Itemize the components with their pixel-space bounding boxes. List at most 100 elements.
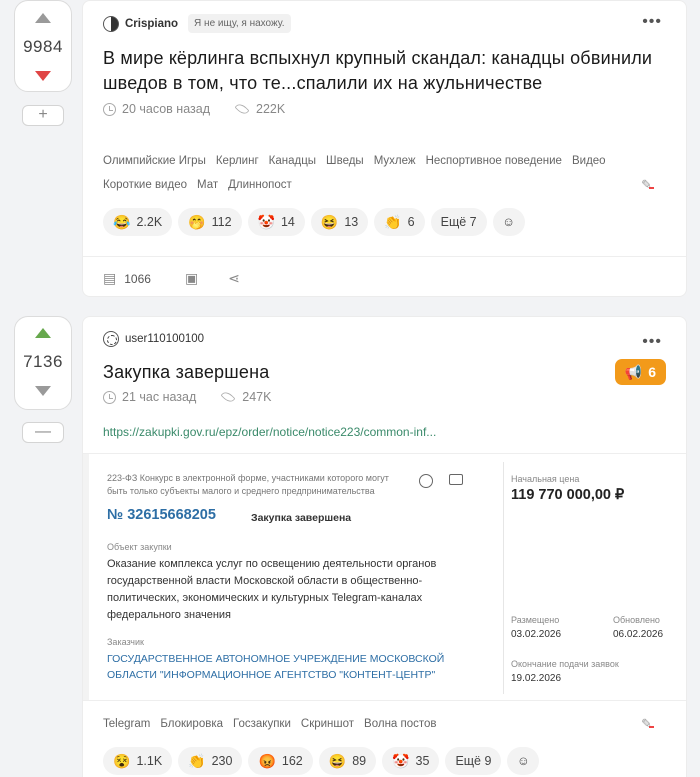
tag[interactable]: Скриншот [301, 717, 354, 731]
external-link[interactable]: https://zakupki.gov.ru/epz/order/notice/… [103, 425, 436, 439]
reaction-emoji-icon: 🤡 [392, 752, 410, 769]
post-card: Crispiano Я не ищу, я нахожу. ••• В мире… [82, 0, 687, 297]
post-meta: 21 час назад 247K [103, 389, 272, 405]
megaphone-icon: 📢 [624, 363, 643, 380]
avatar[interactable] [103, 331, 119, 347]
post-title[interactable]: В мире кёрлинга вспыхнул крупный скандал… [103, 46, 663, 96]
edit-tags-icon[interactable]: ✎ [641, 177, 654, 193]
tag[interactable]: Видео [572, 154, 606, 168]
promo-badge[interactable]: 📢 6 [614, 359, 666, 385]
eye-icon [220, 389, 236, 405]
tag[interactable]: Блокировка [160, 717, 223, 731]
upvote-arrow-icon[interactable] [35, 328, 51, 338]
placed-date: 03.02.2026 [511, 629, 562, 640]
price-value: 119 770 000,00 ₽ [511, 487, 625, 503]
embed-divider [503, 462, 504, 694]
more-reactions-button[interactable]: Ещё 7 [430, 208, 487, 236]
rating-score: 9984 [23, 37, 63, 56]
tag[interactable]: Telegram [103, 717, 150, 731]
customer-label: Заказчик [107, 637, 144, 647]
add-reaction-icon[interactable]: ☺ [507, 747, 540, 775]
eye-icon [234, 101, 250, 117]
author-name[interactable]: Crispiano [125, 18, 178, 30]
upvote-arrow-icon[interactable] [35, 13, 51, 23]
edit-tags-icon[interactable]: ✎ [641, 716, 654, 732]
downvote-arrow-icon[interactable] [35, 386, 51, 396]
tag[interactable]: Шведы [326, 154, 364, 168]
tag[interactable]: Неспортивное поведение [426, 154, 562, 168]
procurement-number[interactable]: № 32615668205 [107, 507, 216, 523]
tag-list: Telegram Блокировка Госзакупки Скриншот … [103, 717, 623, 731]
procurement-status: Закупка завершена [251, 512, 352, 524]
downvote-arrow-icon[interactable] [35, 71, 51, 81]
save-icon[interactable]: ▣ [185, 270, 198, 287]
reaction-count: 2.2K [136, 215, 163, 229]
print-icon[interactable] [449, 474, 463, 485]
comment-icon[interactable]: ▤ [103, 270, 116, 287]
more-reactions-button[interactable]: Ещё 9 [445, 747, 502, 775]
deadline-label: Окончание подачи заявок [511, 659, 619, 669]
clock-icon [103, 102, 116, 116]
author-name[interactable]: user110100100 [125, 333, 204, 345]
tag[interactable]: Олимпийские Игры [103, 154, 206, 168]
reaction-button[interactable]: 👏 230 [178, 747, 243, 775]
post-author[interactable]: Crispiano Я не ищу, я нахожу. [103, 14, 291, 33]
tag[interactable]: Длиннопост [228, 178, 292, 192]
reaction-emoji-icon: 😆 [328, 752, 347, 769]
reaction-button[interactable]: 😆 89 [318, 747, 377, 775]
updated-label: Обновлено [613, 615, 660, 625]
procurement-embed[interactable]: 223-ФЗ Конкурс в электронной форме, учас… [83, 453, 686, 701]
reaction-count: 6 [407, 215, 415, 229]
reaction-button[interactable]: 🤡 35 [382, 747, 440, 775]
post-card: user110100100 ••• Закупка завершена 📢 6 … [82, 316, 687, 777]
reaction-button[interactable]: 😂 2.2K [103, 208, 173, 236]
post-title[interactable]: Закупка завершена [103, 360, 663, 385]
reaction-count: 14 [280, 215, 295, 229]
reaction-button[interactable]: 😡 162 [248, 747, 313, 775]
reaction-emoji-icon: 😆 [320, 213, 339, 230]
tag[interactable]: Короткие видео [103, 178, 187, 192]
reaction-emoji-icon: 😵 [113, 752, 131, 769]
price-label: Начальная цена [511, 474, 580, 484]
post-author[interactable]: user110100100 [103, 331, 204, 347]
reaction-emoji-icon: 😂 [113, 213, 131, 230]
post-time: 20 часов назад [122, 102, 210, 116]
reaction-count: 89 [352, 754, 367, 768]
tag[interactable]: Волна постов [364, 717, 436, 731]
share-icon[interactable]: ⋖ [228, 270, 240, 287]
rate-button[interactable]: + [22, 105, 64, 126]
tag[interactable]: Керлинг [216, 154, 259, 168]
tag[interactable]: Канадцы [269, 154, 316, 168]
divider [83, 256, 686, 257]
reaction-count: 112 [211, 215, 232, 229]
tag-list: Олимпийские Игры Керлинг Канадцы Шведы М… [103, 154, 623, 192]
post-time: 21 час назад [122, 390, 197, 404]
compass-icon[interactable] [419, 474, 433, 488]
reactions: 😵 1.1K 👏 230 😡 162 😆 89 🤡 35 Ещё 9 ☺ [103, 747, 540, 775]
procurement-law: 223-ФЗ Конкурс в электронной форме, учас… [107, 473, 389, 496]
post-meta: 20 часов назад 222K [103, 101, 285, 117]
reaction-button[interactable]: 😵 1.1K [103, 747, 173, 775]
embed-left-bar [83, 454, 89, 700]
rating-score: 7136 [23, 352, 63, 371]
customer-link[interactable]: ГОСУДАРСТВЕННОЕ АВТОНОМНОЕ УЧРЕЖДЕНИЕ МО… [107, 651, 457, 683]
avatar[interactable] [103, 15, 119, 32]
reaction-button[interactable]: 🤡 14 [247, 208, 305, 236]
reaction-button[interactable]: 😆 13 [310, 208, 369, 236]
post-views: 247K [242, 390, 272, 404]
tag[interactable]: Мухлеж [374, 154, 416, 168]
reaction-button[interactable]: 👏 6 [374, 208, 425, 236]
placed-label: Размещено [511, 615, 560, 625]
reaction-count: 230 [211, 754, 233, 768]
rate-button[interactable]: — [22, 422, 64, 443]
tag[interactable]: Госзакупки [233, 717, 291, 731]
post-actions: ▤ 1066 ▣ ⋖ [103, 270, 240, 287]
more-options-icon[interactable]: ••• [642, 333, 662, 351]
reaction-emoji-icon: 😡 [258, 752, 276, 769]
reaction-button[interactable]: 🤭 112 [178, 208, 242, 236]
comment-count[interactable]: 1066 [124, 272, 151, 286]
add-reaction-icon[interactable]: ☺ [492, 208, 525, 236]
reaction-count: 13 [344, 215, 359, 229]
tag[interactable]: Мат [197, 178, 218, 192]
more-options-icon[interactable]: ••• [642, 13, 662, 31]
